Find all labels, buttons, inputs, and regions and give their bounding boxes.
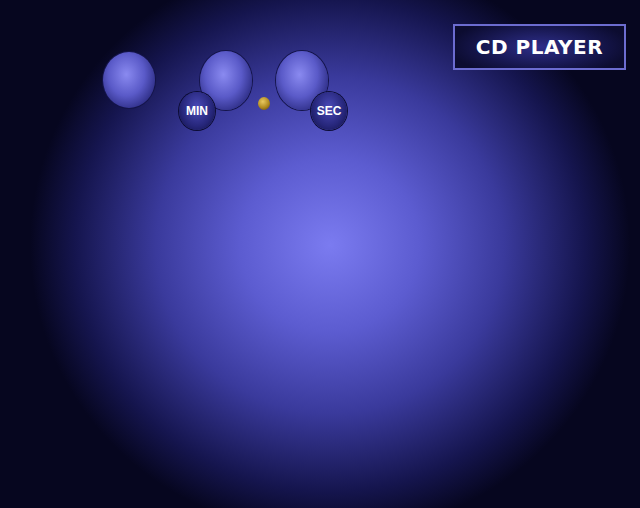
control-knob[interactable] [103,52,155,108]
title-text: CD PLAYER [476,35,603,59]
cd-player-screen: CD PLAYER MIN SEC [0,0,640,508]
time-label: SEC [311,92,347,130]
separator-light-icon [258,97,270,110]
title-box: CD PLAYER [453,24,626,70]
time-label: MIN [179,92,215,130]
